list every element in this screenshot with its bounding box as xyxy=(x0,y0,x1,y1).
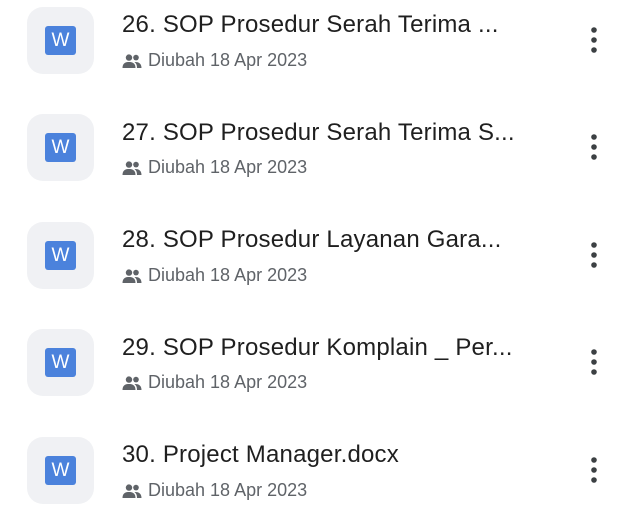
people-icon xyxy=(122,160,142,175)
file-row[interactable]: W 26. SOP Prosedur Serah Terima ... Diub… xyxy=(0,0,640,100)
file-row[interactable]: W 27. SOP Prosedur Serah Terima S... Diu… xyxy=(0,107,640,207)
file-meta: Diubah 18 Apr 2023 xyxy=(122,372,307,393)
file-title: 30. Project Manager.docx xyxy=(122,441,399,468)
people-icon xyxy=(122,53,142,68)
more-vert-icon xyxy=(591,134,597,160)
more-vert-icon xyxy=(591,242,597,268)
file-title: 28. SOP Prosedur Layanan Gara... xyxy=(122,226,502,253)
word-doc-icon: W xyxy=(45,133,76,162)
modified-date: Diubah 18 Apr 2023 xyxy=(148,265,308,285)
file-list: W 26. SOP Prosedur Serah Terima ... Diub… xyxy=(0,0,640,510)
file-title: 27. SOP Prosedur Serah Terima S... xyxy=(122,119,515,146)
more-options-button[interactable] xyxy=(580,22,608,58)
file-meta: Diubah 18 Apr 2023 xyxy=(122,265,307,286)
file-thumbnail: W xyxy=(27,222,94,289)
file-meta: Diubah 18 Apr 2023 xyxy=(122,50,307,71)
file-row[interactable]: W 28. SOP Prosedur Layanan Gara... Diuba… xyxy=(0,215,640,315)
word-doc-icon: W xyxy=(45,26,76,55)
file-title: 26. SOP Prosedur Serah Terima ... xyxy=(122,11,499,38)
more-options-button[interactable] xyxy=(580,129,608,165)
file-thumbnail: W xyxy=(27,329,94,396)
modified-date: Diubah 18 Apr 2023 xyxy=(148,480,308,500)
more-vert-icon xyxy=(591,349,597,375)
modified-date: Diubah 18 Apr 2023 xyxy=(148,50,308,70)
people-icon xyxy=(122,268,142,283)
file-row[interactable]: W 29. SOP Prosedur Komplain _ Per... Diu… xyxy=(0,322,640,422)
file-thumbnail: W xyxy=(27,7,94,74)
more-options-button[interactable] xyxy=(580,237,608,273)
modified-date: Diubah 18 Apr 2023 xyxy=(148,372,308,392)
file-meta: Diubah 18 Apr 2023 xyxy=(122,480,307,501)
file-row[interactable]: W 30. Project Manager.docx Diubah 18 Apr… xyxy=(0,430,640,510)
more-options-button[interactable] xyxy=(580,452,608,488)
people-icon xyxy=(122,375,142,390)
modified-date: Diubah 18 Apr 2023 xyxy=(148,157,308,177)
word-doc-icon: W xyxy=(45,456,76,485)
file-title: 29. SOP Prosedur Komplain _ Per... xyxy=(122,334,513,361)
people-icon xyxy=(122,483,142,498)
file-thumbnail: W xyxy=(27,437,94,504)
more-options-button[interactable] xyxy=(580,344,608,380)
file-thumbnail: W xyxy=(27,114,94,181)
more-vert-icon xyxy=(591,27,597,53)
more-vert-icon xyxy=(591,457,597,483)
word-doc-icon: W xyxy=(45,241,76,270)
word-doc-icon: W xyxy=(45,348,76,377)
file-meta: Diubah 18 Apr 2023 xyxy=(122,157,307,178)
